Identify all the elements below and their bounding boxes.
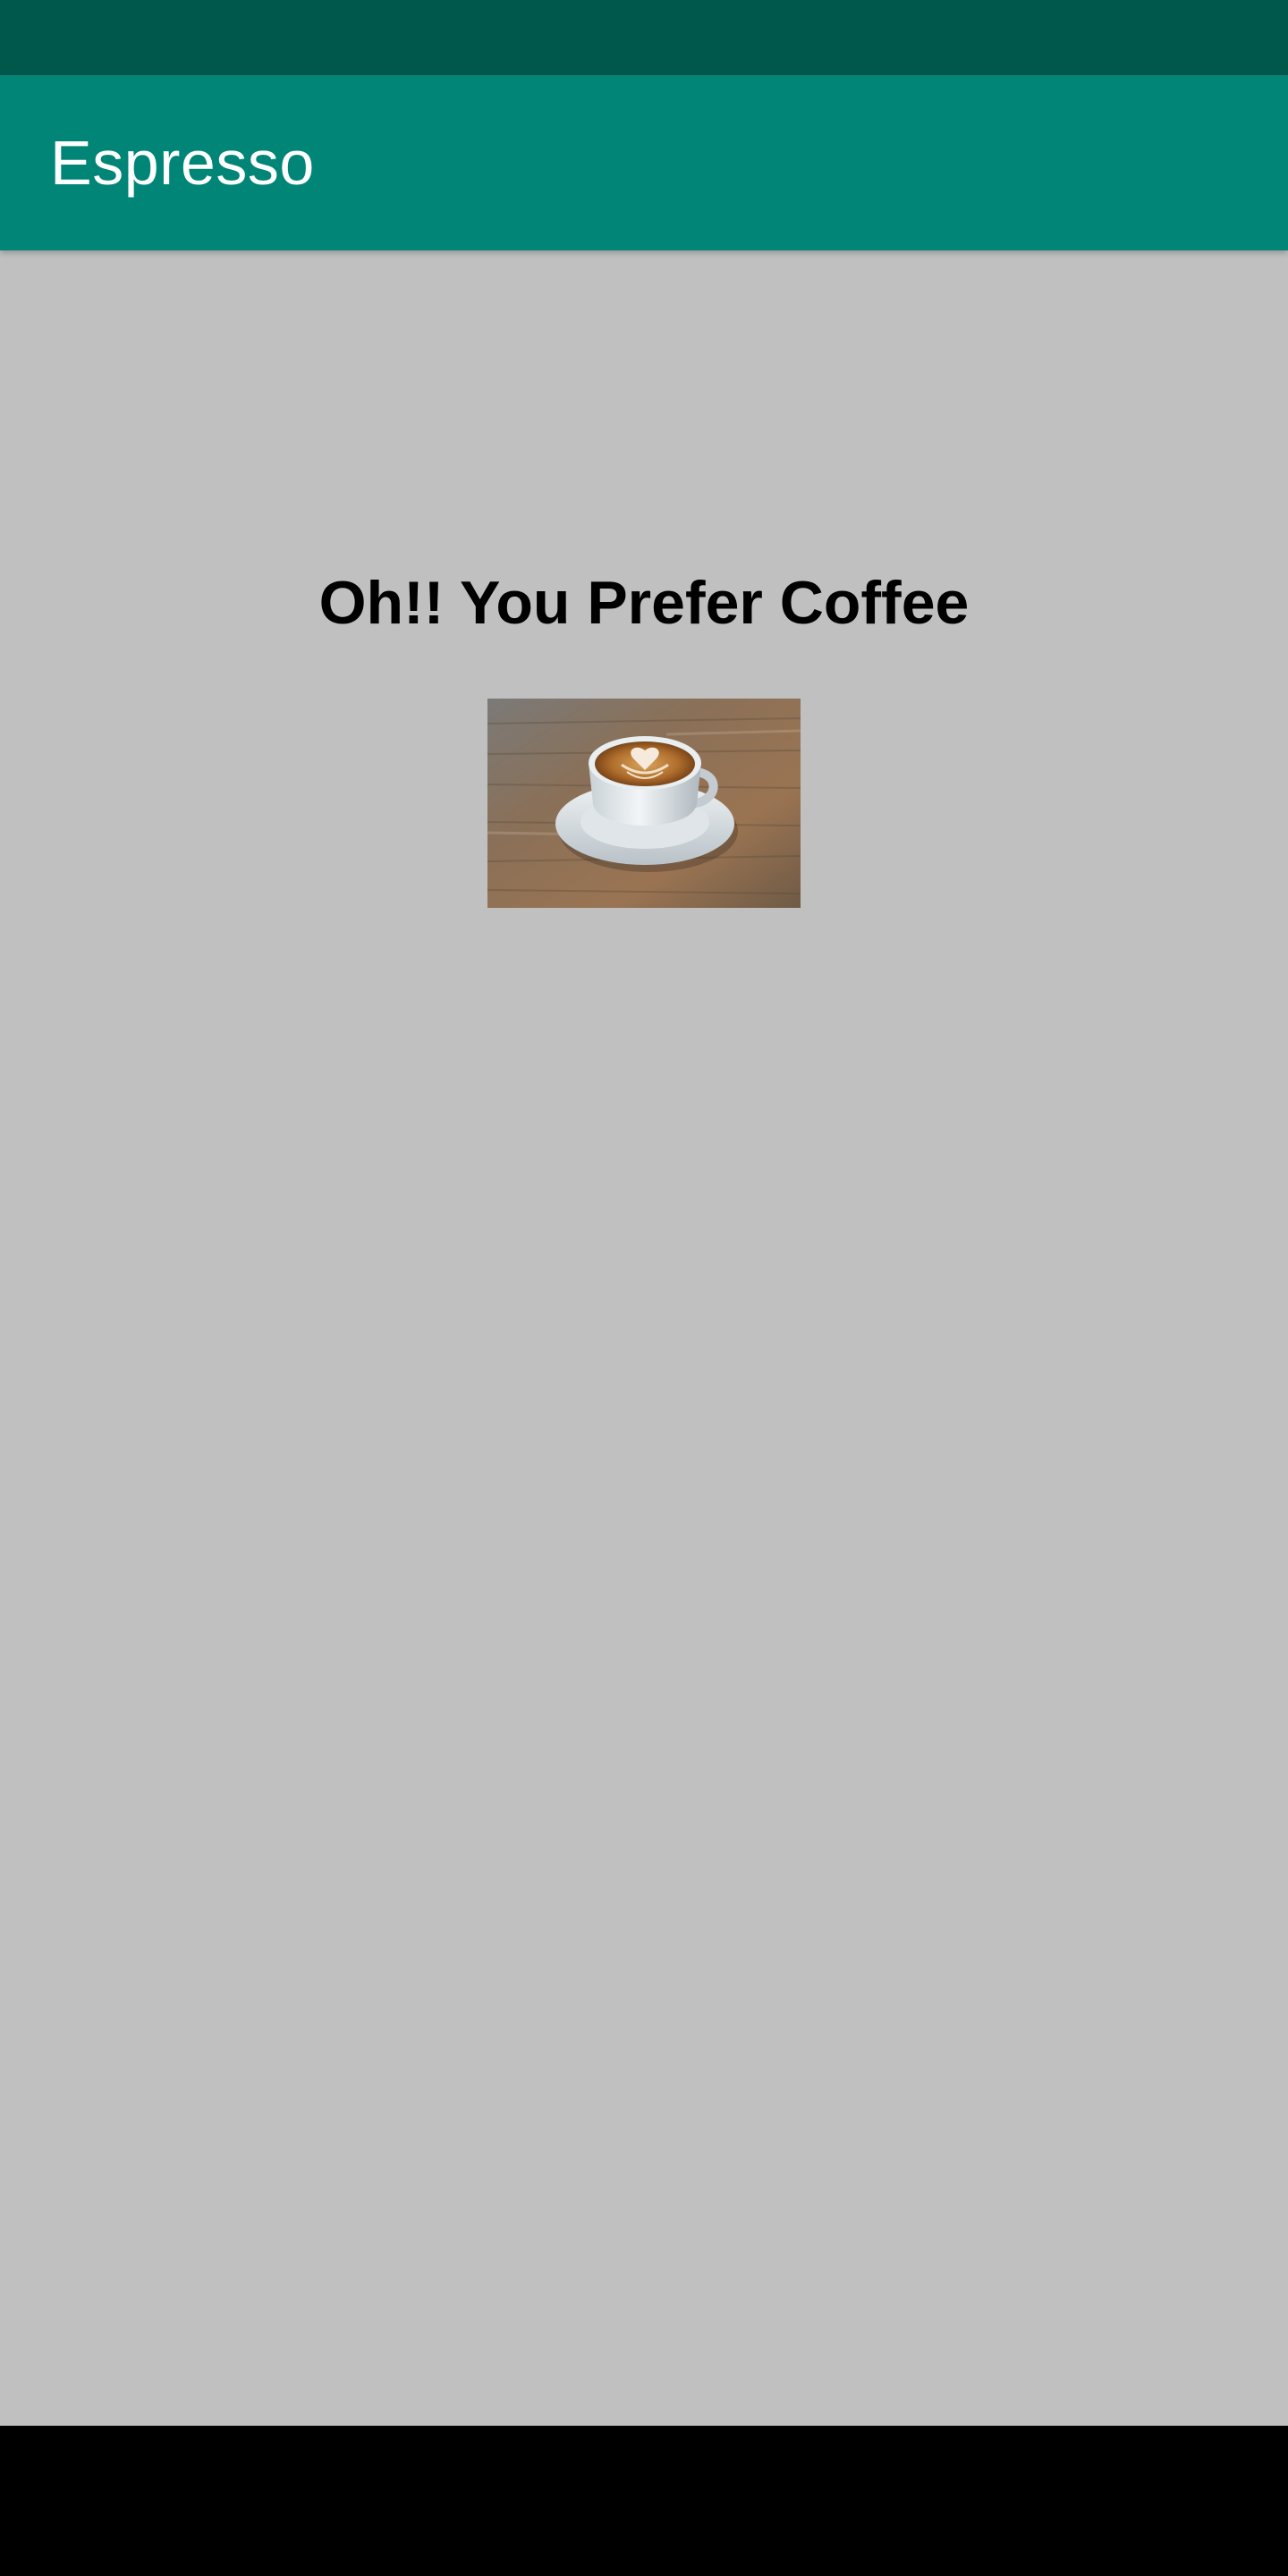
app-title: Espresso [50, 128, 315, 198]
coffee-image [487, 699, 801, 908]
main-content: Oh!! You Prefer Coffee [0, 250, 1288, 2426]
headline: Oh!! You Prefer Coffee [318, 569, 970, 637]
status-bar [0, 0, 1288, 75]
screen: Espresso Oh!! You Prefer Coffee [0, 0, 1288, 2576]
navigation-bar [0, 2426, 1288, 2576]
app-bar: Espresso [0, 75, 1288, 250]
